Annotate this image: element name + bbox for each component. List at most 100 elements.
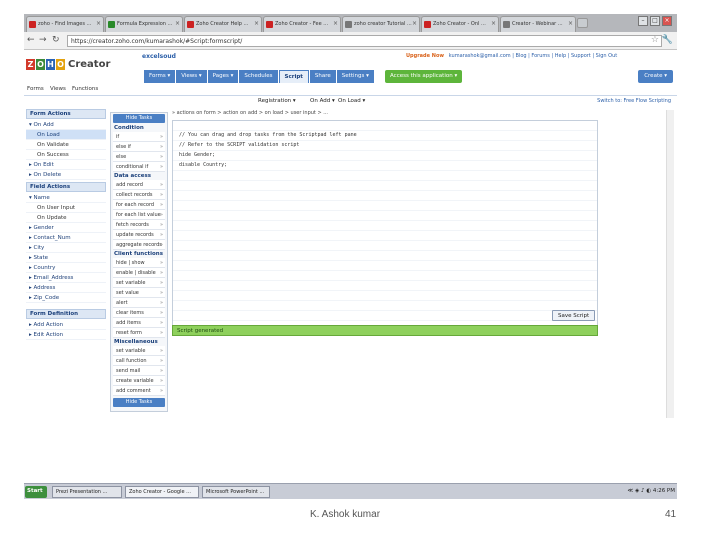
tab-pages[interactable]: Pages ▾	[207, 70, 239, 83]
page-scrollbar[interactable]	[666, 110, 674, 418]
taskbar-item[interactable]: Zoho Creator - Google ...	[125, 486, 199, 498]
close-window-button[interactable]: ×	[662, 16, 672, 26]
task-item[interactable]: for each list value»	[113, 210, 165, 220]
task-item[interactable]: send mail »	[113, 366, 165, 376]
tree-item-on-add[interactable]: ▾ On Add	[26, 120, 106, 130]
script-editor[interactable]: // You can drag and drop tasks from the …	[172, 120, 598, 334]
bookmark-star-icon[interactable]: ☆	[651, 35, 659, 45]
task-item[interactable]: add comment »	[113, 386, 165, 396]
task-item[interactable]: collect records »	[113, 190, 165, 200]
task-item[interactable]: for each record »	[113, 200, 165, 210]
address-bar[interactable]: https://creator.zoho.com/kumarashok/#Scr…	[67, 35, 662, 47]
browser-tab[interactable]: Zoho Creator - Onl ... ×	[421, 16, 499, 32]
hide-tasks-button[interactable]: Hide Tasks	[113, 114, 165, 123]
application-name[interactable]: excelsoud	[142, 53, 176, 60]
browser-tab[interactable]: Zoho Creator - Fee ... ×	[263, 16, 341, 32]
task-item[interactable]: enable | disable»	[113, 268, 165, 278]
tab-forms[interactable]: Forms ▾	[144, 70, 176, 83]
new-tab-button[interactable]	[577, 18, 588, 28]
task-item[interactable]: set variable »	[113, 278, 165, 288]
tree-item-state[interactable]: ▸ State	[26, 253, 106, 263]
task-item[interactable]: alert »	[113, 298, 165, 308]
system-tray[interactable]: ≪ ◈ ♪ ◐ 4:26 PM	[628, 486, 675, 498]
task-item[interactable]: conditional if »	[113, 162, 165, 172]
subnav-functions[interactable]: Functions	[72, 86, 98, 92]
start-button[interactable]: Start	[25, 486, 47, 498]
task-item[interactable]: set variable »	[113, 346, 165, 356]
task-item[interactable]: if »	[113, 132, 165, 142]
task-item[interactable]: set value »	[113, 288, 165, 298]
upgrade-link[interactable]: Upgrade Now	[406, 53, 444, 59]
tree-item-address[interactable]: ▸ Address	[26, 283, 106, 293]
zoho-creator-logo[interactable]: Z O H O Creator	[26, 59, 110, 70]
tree-item-on-validate[interactable]: On Validate	[26, 140, 106, 150]
task-item[interactable]: else if »	[113, 142, 165, 152]
close-tab-icon[interactable]: ×	[254, 20, 259, 27]
tab-script[interactable]: Script	[278, 70, 309, 83]
chevron-right-icon: »	[159, 154, 163, 160]
browser-tab[interactable]: Zoho Creator Help ... ×	[184, 16, 262, 32]
save-script-button[interactable]: Save Script	[552, 310, 596, 321]
tree-item-on-edit[interactable]: ▸ On Edit	[26, 160, 106, 170]
tab-schedules[interactable]: Schedules	[239, 70, 278, 83]
tree-item-on-success[interactable]: On Success	[26, 150, 106, 160]
taskbar-item[interactable]: Microsoft PowerPoint ...	[202, 486, 270, 498]
close-tab-icon[interactable]: ×	[568, 20, 573, 27]
tree-item-add-action[interactable]: ▸ Add Action	[26, 320, 106, 330]
create-button[interactable]: Create ▾	[638, 70, 673, 83]
tree-item-gender[interactable]: ▸ Gender	[26, 223, 106, 233]
task-item[interactable]: hide | show »	[113, 258, 165, 268]
task-item[interactable]: call function »	[113, 356, 165, 366]
tab-settings[interactable]: Settings ▾	[336, 70, 374, 83]
forward-arrow-icon[interactable]: →	[39, 36, 47, 45]
wrench-menu-icon[interactable]: 🔧	[662, 35, 673, 45]
script-breadcrumb: » actions on form > action on add > on l…	[172, 110, 329, 116]
task-item[interactable]: add items »	[113, 318, 165, 328]
hide-tasks-button[interactable]: Hide Tasks	[113, 398, 165, 407]
close-tab-icon[interactable]: ×	[333, 20, 338, 27]
close-tab-icon[interactable]: ×	[412, 20, 417, 27]
top-links-text[interactable]: kumarashok@gmail.com | Blog | Forums | H…	[449, 53, 617, 59]
browser-tab[interactable]: zoho - Find Images ... ×	[26, 16, 104, 32]
task-item[interactable]: create variable »	[113, 376, 165, 386]
subnav-forms[interactable]: Forms	[27, 86, 44, 92]
browser-tab[interactable]: Creator - Webinar ... ×	[500, 16, 576, 32]
browser-tab[interactable]: Formula Expression ... ×	[105, 16, 183, 32]
tab-share[interactable]: Share	[309, 70, 336, 83]
taskbar-item[interactable]: Prezi Presentation ...	[52, 486, 122, 498]
tree-item-on-update[interactable]: On Update	[26, 213, 106, 223]
tab-views[interactable]: Views ▾	[176, 70, 207, 83]
maximize-button[interactable]: □	[650, 16, 660, 26]
task-item[interactable]: else »	[113, 152, 165, 162]
event-select[interactable]: On Load ▾	[338, 98, 365, 104]
tree-item-on-load[interactable]: On Load	[26, 130, 106, 140]
tree-item-country[interactable]: ▸ Country	[26, 263, 106, 273]
tree-item-zip-code[interactable]: ▸ Zip_Code	[26, 293, 106, 303]
tree-item-name[interactable]: ▾ Name	[26, 193, 106, 203]
task-item[interactable]: fetch records »	[113, 220, 165, 230]
form-select[interactable]: Registration ▾	[258, 98, 296, 104]
task-item[interactable]: clear items »	[113, 308, 165, 318]
browser-tab[interactable]: zoho creator Tutorial ... ×	[342, 16, 420, 32]
tree-item-email-address[interactable]: ▸ Email_Address	[26, 273, 106, 283]
subnav-views[interactable]: Views	[50, 86, 66, 92]
reload-icon[interactable]: ↻	[52, 36, 60, 45]
close-tab-icon[interactable]: ×	[175, 20, 180, 27]
task-item[interactable]: add record »	[113, 180, 165, 190]
switch-mode-links[interactable]: Switch to: Free Flow Scripting	[597, 98, 671, 104]
minimize-button[interactable]: –	[638, 16, 648, 26]
task-item[interactable]: update records »	[113, 230, 165, 240]
action-select[interactable]: On Add ▾	[310, 98, 335, 104]
tree-item-on-user-input[interactable]: On User Input	[26, 203, 106, 213]
tree-item-city[interactable]: ▸ City	[26, 243, 106, 253]
tree-item-contact-num[interactable]: ▸ Contact_Num	[26, 233, 106, 243]
tree-item-on-delete[interactable]: ▸ On Delete	[26, 170, 106, 180]
tree-item-edit-action[interactable]: ▸ Edit Action	[26, 330, 106, 340]
app-header: Z O H O Creator excelsoud Upgrade Now ku…	[24, 50, 677, 84]
access-application-button[interactable]: Access this application ▾	[385, 70, 463, 83]
task-item[interactable]: reset form »	[113, 328, 165, 338]
close-tab-icon[interactable]: ×	[491, 20, 496, 27]
close-tab-icon[interactable]: ×	[96, 20, 101, 27]
task-item[interactable]: aggregate records»	[113, 240, 165, 250]
back-arrow-icon[interactable]: ←	[27, 36, 35, 45]
